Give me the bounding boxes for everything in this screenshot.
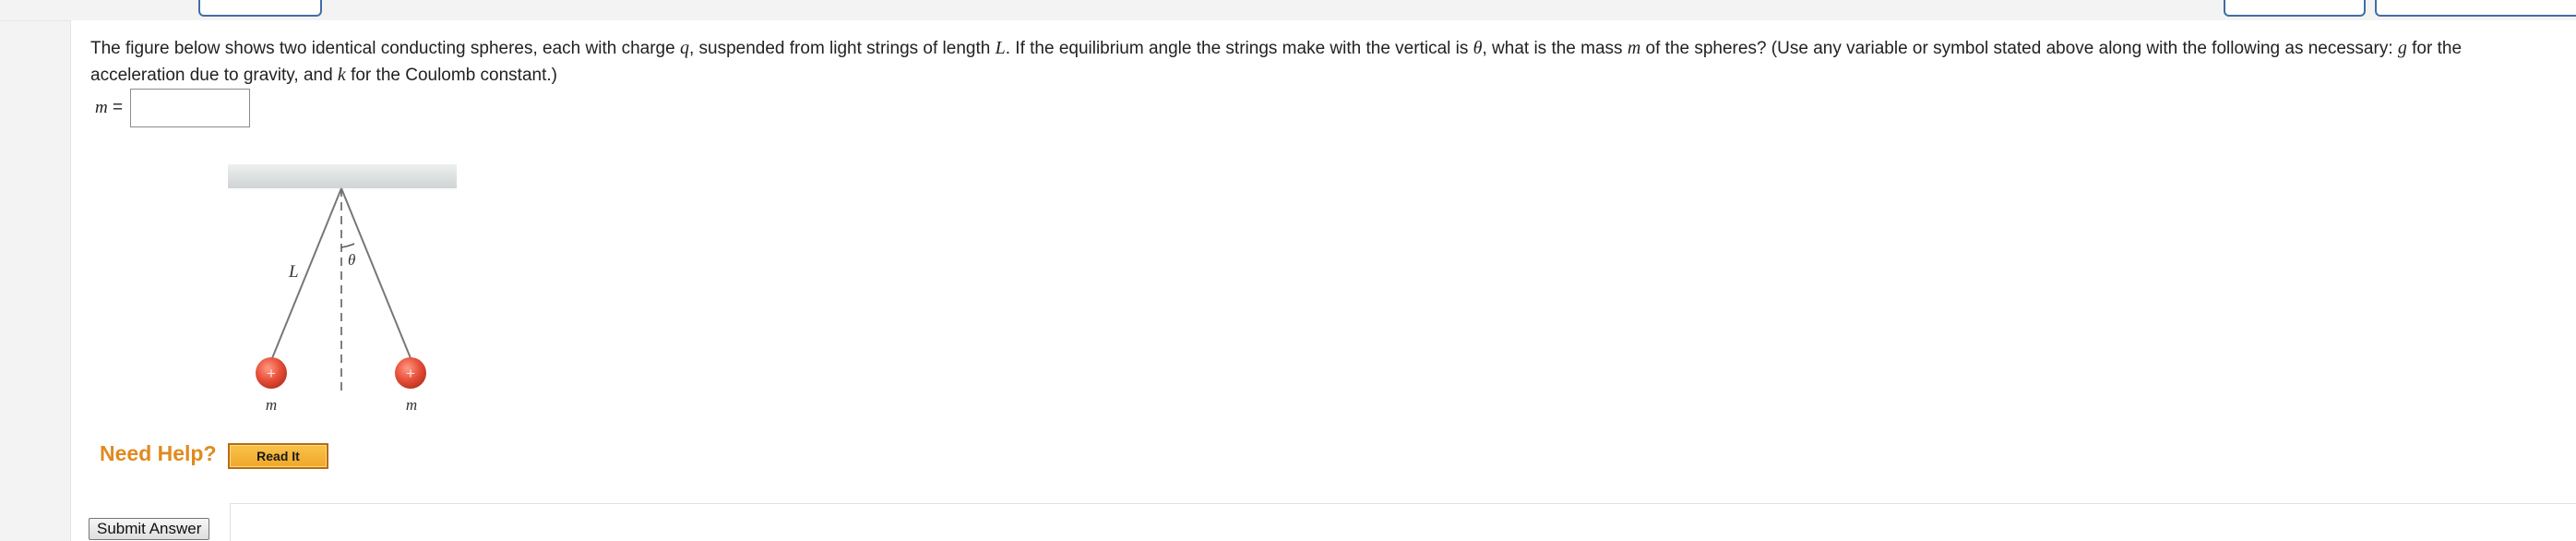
question-line-1: The figure below shows two identical con… [90,35,2576,62]
left-string [271,187,342,359]
section-divider [230,503,2576,504]
section-divider-vertical [230,503,231,541]
question-text-segment: , suspended from light strings of length [688,39,996,58]
submit-answer-button[interactable]: Submit Answer [89,518,210,540]
question-text-segment: of the spheres? (Use any variable or sym… [1640,39,2398,58]
answer-row: m = [95,85,251,131]
length-label: L [288,262,299,282]
right-string [340,187,411,359]
answer-label: m = [95,98,123,118]
top-nav-button-left[interactable] [198,0,322,17]
read-it-button[interactable]: Read It [228,443,328,469]
question-text-segment: for the Coulomb constant.) [345,66,557,85]
top-nav-button-right-1[interactable] [2224,0,2366,17]
left-sphere: + [256,357,287,389]
question-text-segment: , what is the mass [1482,39,1628,58]
need-help-label: Need Help? [100,441,217,465]
right-sphere-charge: + [406,365,415,382]
angle-label: θ [348,251,355,269]
pendulum-figure: θ L + + m m [228,164,457,414]
question-line-2: acceleration due to gravity, and k for t… [90,62,2576,89]
top-nav-button-right-2[interactable] [2375,0,2576,17]
gravity-symbol: g [2397,38,2407,58]
mass-symbol: m [1627,38,1641,58]
mass-answer-input[interactable] [130,89,251,127]
charge-symbol: q [679,38,689,58]
angle-symbol: θ [1473,38,1483,58]
question-text-segment: The figure below shows two identical con… [90,39,680,58]
left-mass-label: m [266,396,277,414]
right-sphere: + [395,357,426,389]
answer-equals: = [113,98,124,117]
question-text-segment: acceleration due to gravity, and [90,66,338,85]
question-text-segment: for the [2406,39,2463,58]
length-symbol: L [995,38,1006,58]
question-text: The figure below shows two identical con… [90,35,2576,89]
ceiling [228,164,457,188]
angle-arc [340,243,355,248]
left-sphere-charge: + [267,365,276,382]
top-bar [0,0,2576,21]
coulomb-symbol: k [337,65,346,85]
question-text-segment: . If the equilibrium angle the strings m… [1005,39,1473,58]
answer-variable: m [95,98,108,117]
right-mass-label: m [406,396,417,414]
